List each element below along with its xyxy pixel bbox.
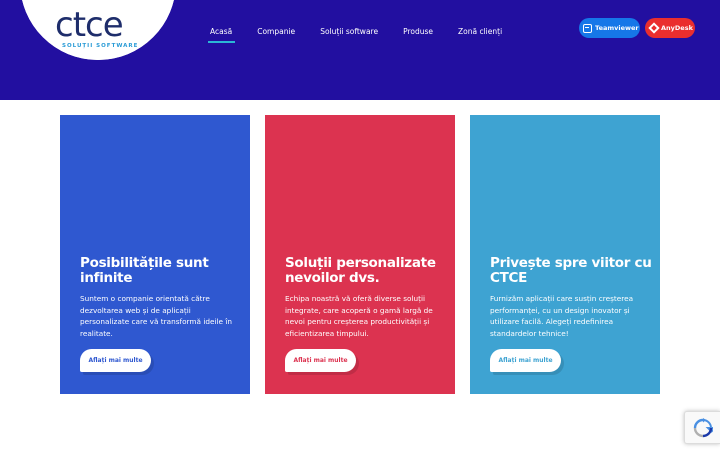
nav-item-zona-clienti[interactable]: Zonă clienți bbox=[458, 26, 502, 38]
site-header: ctce SOLUȚII SOFTWARE Acasă Companie Sol… bbox=[0, 0, 720, 100]
card-text: Echipa noastră vă oferă diverse soluții … bbox=[285, 294, 433, 338]
logo-subtitle: SOLUȚII SOFTWARE bbox=[62, 43, 139, 49]
nav-item-acasa[interactable]: Acasă bbox=[207, 26, 236, 43]
anydesk-button[interactable]: AnyDesk bbox=[645, 18, 695, 38]
anydesk-icon bbox=[648, 22, 660, 34]
learn-more-button[interactable]: Aflați mai multe bbox=[80, 349, 151, 372]
recaptcha-icon bbox=[693, 418, 713, 438]
logo-wordmark[interactable]: ctce bbox=[55, 5, 124, 45]
nav-item-produse[interactable]: Produse bbox=[403, 26, 433, 38]
learn-more-label: Aflați mai multe bbox=[293, 357, 348, 364]
feature-card-future: Privește spre viitor cu CTCE Furnizăm ap… bbox=[470, 115, 660, 394]
learn-more-button[interactable]: Aflați mai multe bbox=[285, 349, 356, 372]
card-title: Soluții personalizate nevoilor dvs. bbox=[285, 255, 436, 286]
main-nav: Acasă Companie Soluții software Produse … bbox=[207, 24, 527, 43]
nav-item-companie[interactable]: Companie bbox=[257, 26, 295, 38]
feature-card-solutions: Soluții personalizate nevoilor dvs. Echi… bbox=[265, 115, 455, 394]
teamviewer-label: Teamviewer bbox=[595, 24, 639, 32]
page: ctce SOLUȚII SOFTWARE Acasă Companie Sol… bbox=[0, 0, 720, 450]
feature-card-possibilities: Posibilitățile sunt infinite Suntem o co… bbox=[60, 115, 250, 394]
teamviewer-button[interactable]: Teamviewer bbox=[579, 18, 640, 38]
card-title: Privește spre viitor cu CTCE bbox=[490, 255, 652, 286]
teamviewer-icon bbox=[583, 23, 592, 33]
learn-more-button[interactable]: Aflați mai multe bbox=[490, 349, 561, 372]
nav-item-solutii-software[interactable]: Soluții software bbox=[320, 26, 378, 38]
card-title: Posibilitățile sunt infinite bbox=[80, 255, 209, 286]
card-text: Suntem o companie orientată către dezvol… bbox=[80, 294, 232, 338]
anydesk-label: AnyDesk bbox=[661, 24, 693, 32]
learn-more-label: Aflați mai multe bbox=[498, 357, 553, 364]
card-text: Furnizăm aplicații care susțin creșterea… bbox=[490, 294, 634, 338]
recaptcha-badge[interactable] bbox=[684, 411, 720, 444]
learn-more-label: Aflați mai multe bbox=[88, 357, 143, 364]
